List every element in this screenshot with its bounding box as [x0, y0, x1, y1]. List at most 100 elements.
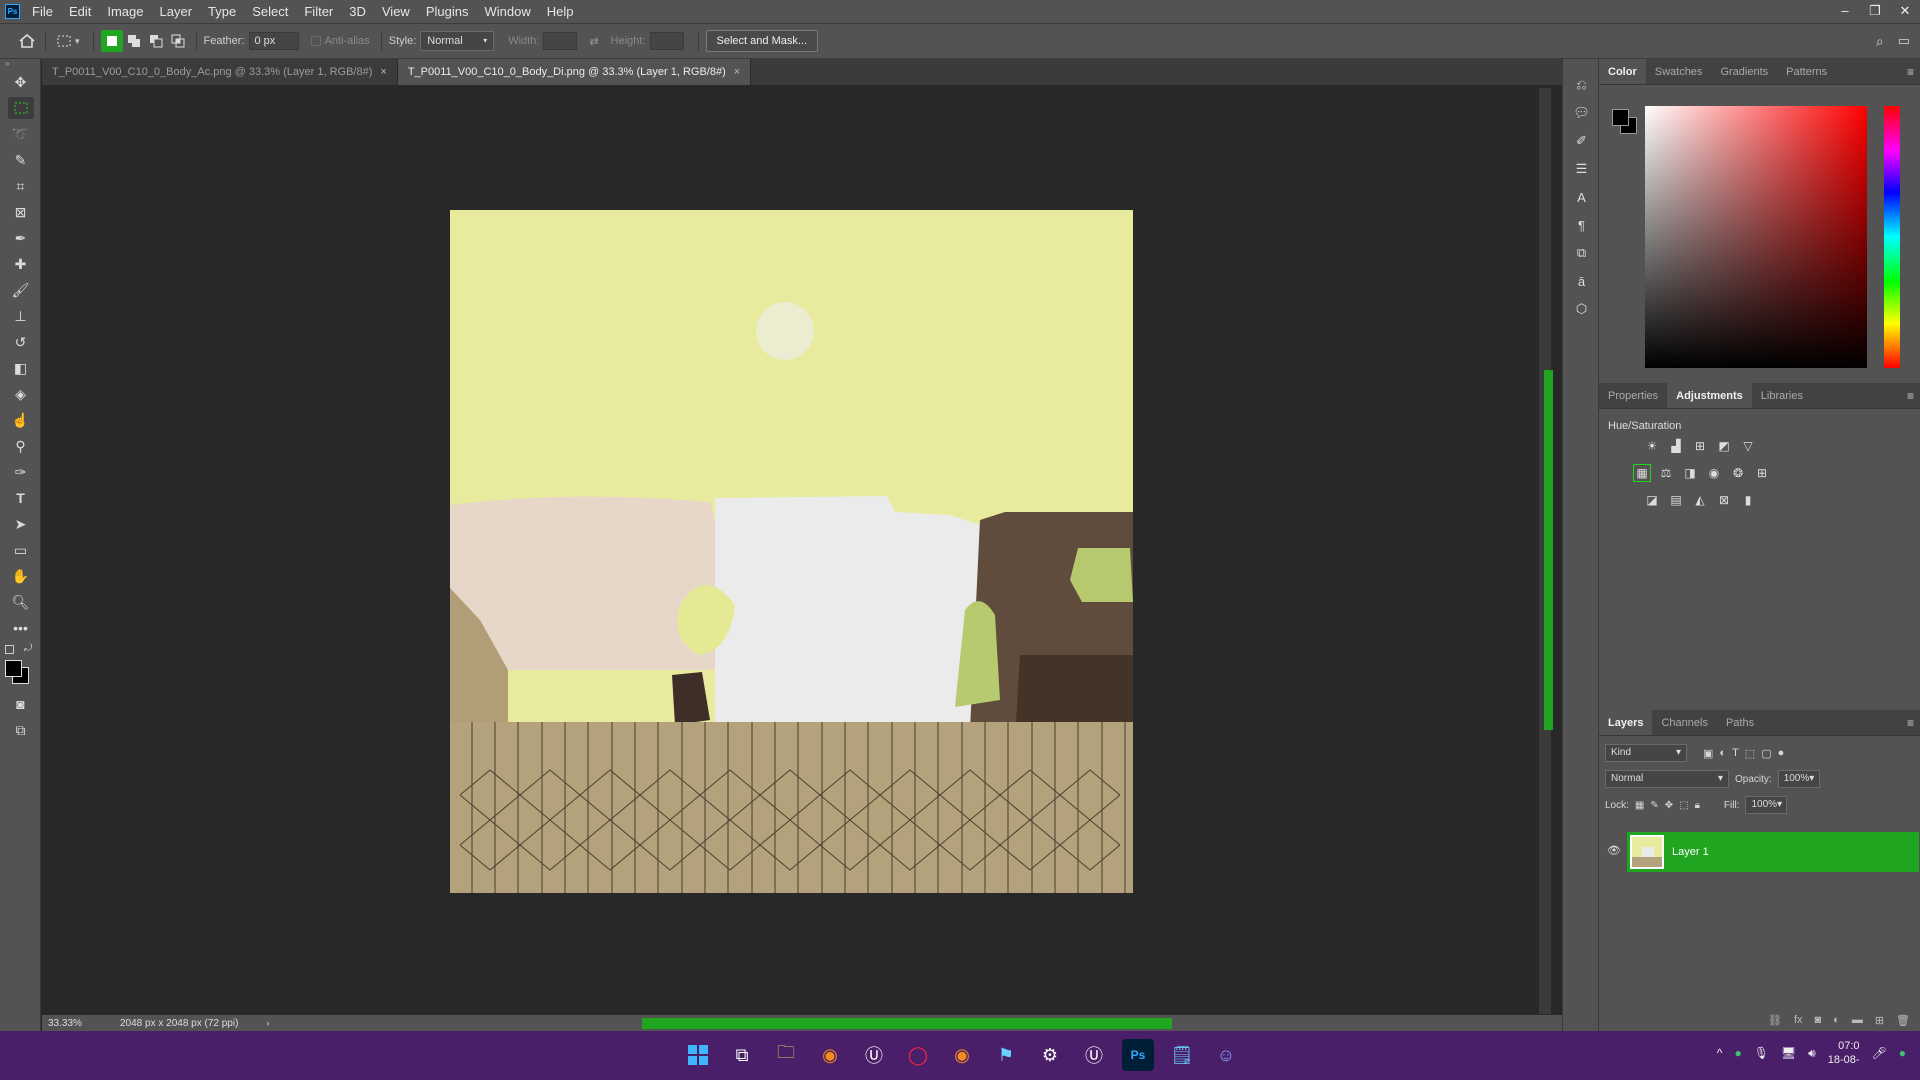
panel-menu-icon[interactable]: ≡ — [1907, 716, 1914, 730]
opera-icon[interactable]: ◯ — [902, 1039, 934, 1071]
history-icon[interactable]: ⎌ — [1563, 71, 1600, 99]
adjust-icon[interactable]: ☰ — [1563, 155, 1600, 183]
menu-image[interactable]: Image — [99, 0, 151, 23]
menu-view[interactable]: View — [374, 0, 418, 23]
vertical-scroll-thumb[interactable] — [1544, 370, 1553, 730]
tab-swatches[interactable]: Swatches — [1646, 59, 1712, 84]
tab-body-ac[interactable]: T_P0011_V00_C10_0_Body_Ac.png @ 33.3% (L… — [42, 59, 398, 85]
new-group-icon[interactable]: ▬ — [1852, 1014, 1863, 1026]
microphone-active-icon[interactable]: 🎤︎ — [1872, 1046, 1887, 1060]
history-brush-tool-icon[interactable]: ↺ — [0, 329, 41, 355]
chevron-up-icon[interactable]: ^ — [1717, 1046, 1723, 1060]
task-view-icon[interactable]: ⧉ — [726, 1039, 758, 1071]
more-tools-icon[interactable]: ••• — [0, 615, 41, 641]
intersect-selection-icon[interactable] — [167, 30, 189, 52]
menu-filter[interactable]: Filter — [296, 0, 341, 23]
menu-help[interactable]: Help — [539, 0, 582, 23]
discord-icon[interactable]: ☺ — [1210, 1039, 1242, 1071]
path-selection-tool-icon[interactable]: ➤ — [0, 511, 41, 537]
network-icon[interactable]: 🖥︎ — [1781, 1046, 1796, 1060]
lock-image-icon[interactable]: ✎ — [1650, 800, 1658, 811]
restore-button[interactable]: ❐ — [1860, 0, 1890, 23]
smudge-tool-icon[interactable]: ☝ — [0, 407, 41, 433]
clone-source-icon[interactable]: ⧉ — [1563, 239, 1600, 267]
levels-icon[interactable]: ▟ — [1667, 437, 1685, 455]
feather-input[interactable]: 0 px — [248, 32, 299, 50]
menu-type[interactable]: Type — [200, 0, 244, 23]
gradient-map-icon[interactable]: ▮ — [1739, 491, 1757, 509]
microphone-icon[interactable]: 🎙︎ — [1754, 1046, 1769, 1060]
width-input[interactable] — [543, 32, 578, 50]
horizontal-scroll-thumb[interactable] — [642, 1018, 1172, 1029]
steam-icon[interactable]: ⚙ — [1034, 1039, 1066, 1071]
marquee-preset-icon[interactable] — [53, 30, 75, 52]
chevron-right-icon[interactable]: › — [266, 1018, 269, 1028]
threshold-icon[interactable]: ◭ — [1691, 491, 1709, 509]
height-input[interactable] — [649, 32, 684, 50]
foreground-color-swatch[interactable] — [5, 660, 22, 677]
curves-icon[interactable]: ⊞ — [1691, 437, 1709, 455]
volume-icon[interactable]: 🔊︎ — [1808, 1046, 1816, 1061]
tab-layers[interactable]: Layers — [1599, 710, 1653, 735]
paragraph-icon[interactable]: ¶ — [1563, 211, 1600, 239]
menu-edit[interactable]: Edit — [61, 0, 99, 23]
layer-name[interactable]: Layer 1 — [1672, 846, 1709, 858]
lock-artboard-icon[interactable]: ⬚ — [1679, 800, 1688, 811]
brush-settings-icon[interactable]: ✐ — [1563, 127, 1600, 155]
tray-app-icon[interactable]: ● — [1734, 1046, 1741, 1060]
selective-color-icon[interactable]: ⊠ — [1715, 491, 1733, 509]
hue-saturation-icon[interactable]: ▦ — [1633, 464, 1651, 482]
canvas-workspace[interactable] — [42, 85, 1562, 1015]
color-spectrum[interactable] — [1645, 106, 1867, 368]
close-button[interactable]: ✕ — [1890, 0, 1920, 23]
tab-body-di[interactable]: T_P0011_V00_C10_0_Body_Di.png @ 33.3% (L… — [397, 59, 752, 85]
pixel-filter-icon[interactable]: ▣ — [1703, 747, 1713, 760]
rectangle-tool-icon[interactable]: ▭ — [0, 537, 41, 563]
new-adjustment-icon[interactable]: ◐ — [1833, 1014, 1840, 1026]
hand-tool-icon[interactable]: ✋ — [0, 563, 41, 589]
photoshop-icon[interactable]: Ps — [1122, 1039, 1154, 1071]
opacity-input[interactable]: 100% ▾ — [1777, 770, 1820, 788]
tab-adjustments[interactable]: Adjustments — [1667, 383, 1752, 408]
notification-icon[interactable]: ● — [1899, 1046, 1906, 1060]
posterize-icon[interactable]: ▤ — [1667, 491, 1685, 509]
close-tab-icon[interactable]: × — [380, 59, 386, 85]
blender-alt-icon[interactable]: ◉ — [946, 1039, 978, 1071]
menu-plugins[interactable]: Plugins — [418, 0, 477, 23]
unreal-engine-icon[interactable]: Ⓤ — [858, 1039, 890, 1071]
new-layer-icon[interactable]: ⊞ — [1875, 1014, 1884, 1027]
new-selection-icon[interactable] — [100, 30, 123, 52]
comments-icon[interactable]: 💬︎ — [1563, 99, 1600, 127]
filter-toggle-icon[interactable]: ● — [1778, 747, 1785, 759]
smart-object-filter-icon[interactable]: ▢ — [1761, 747, 1771, 760]
healing-brush-tool-icon[interactable]: ✚ — [0, 251, 41, 277]
visibility-eye-icon[interactable]: 👁︎ — [1607, 844, 1621, 857]
file-explorer-icon[interactable]: 🗀 — [770, 1039, 802, 1071]
type-filter-icon[interactable]: T — [1732, 747, 1739, 759]
subtract-selection-icon[interactable] — [145, 30, 167, 52]
foreground-color-swatch[interactable] — [1612, 109, 1629, 126]
panel-menu-icon[interactable]: ≡ — [1907, 65, 1914, 79]
chevron-down-icon[interactable]: ▾ — [75, 36, 80, 47]
photo-filter-icon[interactable]: ◉ — [1705, 464, 1723, 482]
layer-row[interactable]: Layer 1 — [1627, 832, 1919, 872]
blend-mode-select[interactable]: Normal ▾ — [1605, 770, 1729, 788]
kind-filter-select[interactable]: Kind ▾ — [1605, 744, 1687, 762]
close-tab-icon[interactable]: × — [734, 59, 740, 85]
clock[interactable]: 07:0 18-08- — [1828, 1039, 1860, 1067]
zoom-level[interactable]: 33.33% — [48, 1018, 108, 1029]
workspace-icon[interactable]: ▭ — [1898, 33, 1910, 49]
tab-patterns[interactable]: Patterns — [1777, 59, 1836, 84]
vibrance-icon[interactable]: ▽ — [1739, 437, 1757, 455]
hue-slider[interactable] — [1884, 106, 1900, 368]
exposure-icon[interactable]: ◩ — [1715, 437, 1733, 455]
3d-icon[interactable]: ⬡ — [1563, 295, 1600, 323]
delete-layer-icon[interactable]: 🗑︎ — [1896, 1014, 1910, 1027]
quick-selection-tool-icon[interactable]: ✎ — [0, 147, 41, 173]
document-canvas[interactable] — [450, 210, 1133, 893]
clone-stamp-tool-icon[interactable]: ⊥ — [0, 303, 41, 329]
rectangular-marquee-tool-icon[interactable] — [0, 95, 41, 121]
quick-mask-icon[interactable]: ◙ — [0, 691, 41, 717]
adjustment-filter-icon[interactable]: ◐ — [1719, 747, 1726, 759]
tab-channels[interactable]: Channels — [1652, 710, 1716, 735]
